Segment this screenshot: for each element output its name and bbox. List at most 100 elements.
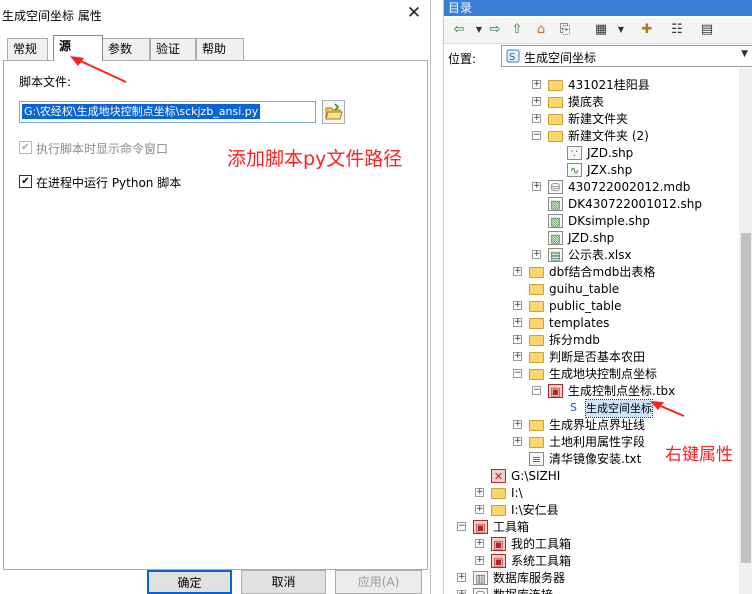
folder-icon [491,505,506,516]
cancel-button[interactable]: 取消 [241,570,326,594]
folder-icon [529,437,544,448]
dialog-title: 生成空间坐标 属性 [2,9,102,23]
home-icon[interactable]: ⌂ [532,21,550,39]
up-icon[interactable]: ⇧ [508,21,526,39]
expand-icon[interactable]: + [513,352,522,361]
forward-icon[interactable]: ⇨ [486,21,504,39]
folder-icon [529,335,544,346]
tree-node[interactable]: ▧ DKsimple.shp [444,213,739,230]
collapse-icon[interactable]: − [457,522,466,531]
polygon-shapefile-icon: ▧ [548,197,563,211]
tree-icon[interactable]: ☷ [668,21,686,39]
show-command-window-checkbox[interactable]: ✔ [19,141,32,154]
view-icon[interactable]: ▦ [590,21,612,39]
run-in-process-label: 在进程中运行 Python 脚本 [36,176,182,190]
excel-icon: ▤ [548,248,563,262]
ok-button[interactable]: 确定 [147,570,232,594]
tree-node[interactable]: + 摸底表 [444,94,739,111]
expand-icon[interactable]: + [475,556,484,565]
tree-node[interactable]: + I:\安仁县 [444,502,739,519]
tree-node[interactable]: + ▥ 数据库服务器 [444,570,739,587]
line-shapefile-icon: ∿ [567,163,582,177]
folder-icon [529,284,544,295]
apply-button[interactable]: 应用(A) [335,570,422,594]
new-icon[interactable]: ✚ [638,21,656,39]
back-icon[interactable]: ⇦ [450,21,468,39]
chevron-down-icon[interactable]: ▼ [741,49,748,59]
collapse-icon[interactable]: − [513,369,522,378]
tree-node-label: G:\SIZHI [511,469,561,483]
tree-node-label: 摸底表 [568,95,605,109]
tree-node[interactable]: + templates [444,315,739,332]
svg-text:S: S [509,52,515,63]
expand-icon[interactable]: + [475,539,484,548]
catalog-tree[interactable]: +431021桂阳县 + 摸底表 + 新建文件夹 − 新建文件夹 (2) ∵ JZD.shp ∿ J… [444,68,739,594]
expand-icon[interactable]: + [532,80,541,89]
tree-node[interactable]: − 新建文件夹 (2) [444,128,739,145]
tree-node[interactable]: ∿ JZX.shp [444,162,739,179]
tab-validation[interactable]: 验证 [150,38,196,60]
tree-node[interactable]: ✕ G:\SIZHI [444,468,739,485]
tree-node[interactable]: − ▣ 生成控制点坐标.tbx [444,383,739,400]
tree-node[interactable]: ▧ JZD.shp [444,230,739,247]
expand-icon[interactable]: + [475,488,484,497]
expand-icon[interactable]: + [532,114,541,123]
folder-icon [548,80,563,91]
tree-node[interactable]: + 判断是否基本农田 [444,349,739,366]
tree-node[interactable]: + ▤ 公示表.xlsx [444,247,739,264]
view-dropdown-icon[interactable]: ▼ [612,21,630,39]
show-command-window-label: 执行脚本时显示命令窗口 [36,142,169,156]
expand-icon[interactable]: + [457,573,466,582]
tree-node[interactable]: S 生成空间坐标 [444,399,739,418]
collapse-icon[interactable]: − [532,386,541,395]
scrollbar-thumb[interactable] [741,233,751,563]
expand-icon[interactable]: + [513,437,522,446]
tree-node[interactable]: + ⛁ 430722002012.mdb [444,179,739,196]
tree-node[interactable]: + 新建文件夹 [444,111,739,128]
expand-icon[interactable]: + [513,335,522,344]
location-value: 生成空间坐标 [524,51,597,65]
expand-icon[interactable]: + [532,182,541,191]
tree-node[interactable]: + ▣ 我的工具箱 [444,536,739,553]
vertical-scrollbar[interactable] [739,68,752,594]
tree-node[interactable]: + 生成界址点界址线 [444,417,739,434]
connect-icon[interactable]: ⎘ [556,21,574,39]
tree-node[interactable]: + ▣ 系统工具箱 [444,553,739,570]
tree-node[interactable]: + ⛁ 数据库连接 [444,587,739,594]
tree-node[interactable]: − ▣ 工具箱 [444,519,739,536]
location-combobox[interactable]: S 生成空间坐标 ▼ [501,45,752,67]
folder-icon [529,318,544,329]
browse-button[interactable] [322,100,345,124]
tree-node[interactable]: +431021桂阳县 [444,77,739,94]
tab-help[interactable]: 帮助 [196,38,244,60]
expand-icon[interactable]: + [532,97,541,106]
polygon-shapefile-icon: ▧ [548,214,563,228]
expand-icon[interactable]: + [513,267,522,276]
expand-icon[interactable]: + [532,250,541,259]
location-label: 位置: [448,52,477,66]
options-icon[interactable]: ▤ [698,21,716,39]
expand-icon[interactable]: + [475,505,484,514]
tree-node[interactable]: + dbf结合mdb出表格 [444,264,739,281]
tree-node[interactable]: + public_table [444,298,739,315]
folder-icon [548,131,563,142]
tree-node-label: 我的工具箱 [511,537,572,551]
tree-node[interactable]: + 拆分mdb [444,332,739,349]
tree-node[interactable]: guihu_table [444,281,739,298]
expand-icon[interactable]: + [513,318,522,327]
script-file-input[interactable]: G:\农经权\生成地块控制点坐标\sckjzb_ansi.py [19,101,316,123]
expand-icon[interactable]: + [457,590,466,594]
toolbox-icon: ▣ [548,384,563,398]
tab-general[interactable]: 常规 [7,38,48,60]
run-in-process-checkbox[interactable]: ✔ [19,175,32,188]
tree-node[interactable]: + I:\ [444,485,739,502]
collapse-icon[interactable]: − [532,131,541,140]
annotation-arrow-icon [70,56,127,83]
tree-node[interactable]: − 生成地块控制点坐标 [444,366,739,383]
toolbox-icon: ▣ [473,520,488,534]
expand-icon[interactable]: + [513,420,522,429]
tree-node[interactable]: ▧ DK430722001012.shp [444,196,739,213]
close-icon[interactable]: ✕ [404,3,424,23]
expand-icon[interactable]: + [513,301,522,310]
tree-node[interactable]: ∵ JZD.shp [444,145,739,162]
